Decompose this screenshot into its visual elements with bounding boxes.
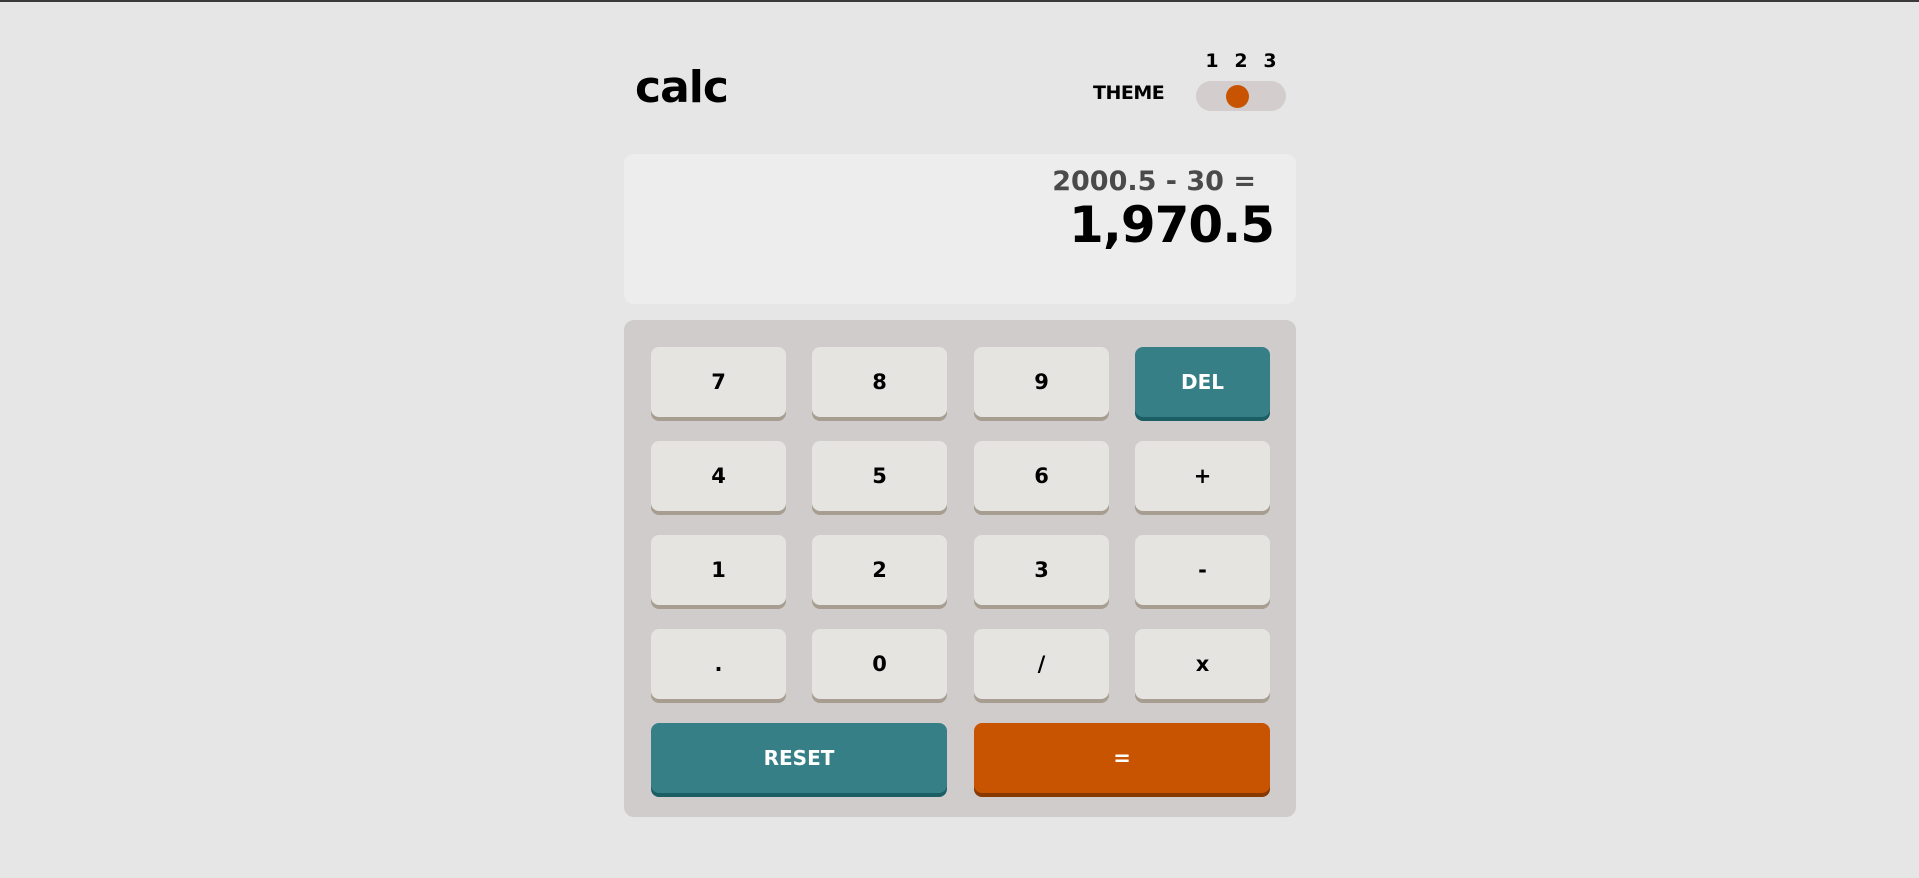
key-2[interactable]: 2 [812, 535, 947, 605]
expression-display: 2000.5 - 30 = [1052, 166, 1256, 197]
key-0[interactable]: 0 [812, 629, 947, 699]
key-4[interactable]: 4 [651, 441, 786, 511]
key-minus[interactable]: - [1135, 535, 1270, 605]
keypad: 7 8 9 DEL 4 5 6 + 1 2 3 - . 0 / x RESET … [624, 320, 1296, 817]
logo: calc [635, 62, 729, 113]
key-3[interactable]: 3 [974, 535, 1109, 605]
equals-button[interactable]: = [974, 723, 1270, 793]
key-9[interactable]: 9 [974, 347, 1109, 417]
delete-button[interactable]: DEL [1135, 347, 1270, 417]
result-display: 1,970.5 [1069, 196, 1275, 254]
theme-number-2[interactable]: 2 [1231, 50, 1251, 72]
theme-label: THEME [1093, 82, 1165, 104]
header: calc THEME 1 2 3 [624, 42, 1296, 154]
key-7[interactable]: 7 [651, 347, 786, 417]
calculator-app: calc THEME 1 2 3 2000.5 - 30 = 1,970.5 7… [624, 42, 1296, 817]
theme-number-1[interactable]: 1 [1202, 50, 1222, 72]
key-divide[interactable]: / [974, 629, 1109, 699]
key-decimal[interactable]: . [651, 629, 786, 699]
theme-toggle-knob[interactable] [1226, 85, 1249, 108]
theme-number-3[interactable]: 3 [1260, 50, 1280, 72]
key-6[interactable]: 6 [974, 441, 1109, 511]
key-5[interactable]: 5 [812, 441, 947, 511]
key-plus[interactable]: + [1135, 441, 1270, 511]
key-8[interactable]: 8 [812, 347, 947, 417]
display-screen: 2000.5 - 30 = 1,970.5 [624, 154, 1296, 304]
key-multiply[interactable]: x [1135, 629, 1270, 699]
key-1[interactable]: 1 [651, 535, 786, 605]
reset-button[interactable]: RESET [651, 723, 947, 793]
theme-numbers: 1 2 3 [1196, 50, 1286, 72]
theme-toggle[interactable] [1196, 81, 1286, 111]
